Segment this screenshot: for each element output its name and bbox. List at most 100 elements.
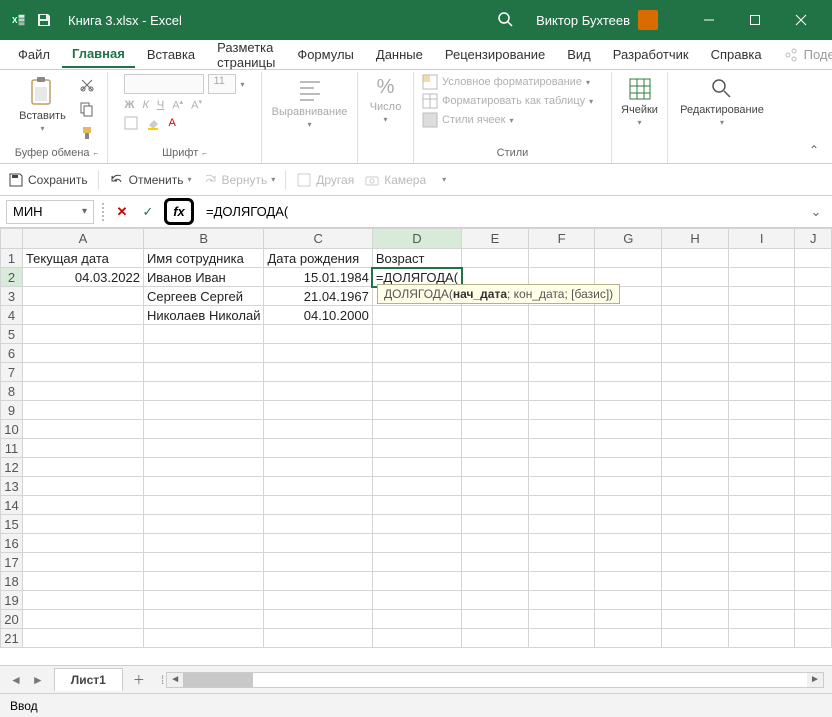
- cell[interactable]: [22, 306, 143, 325]
- cell[interactable]: [372, 515, 461, 534]
- cell[interactable]: [795, 534, 832, 553]
- row-header-1[interactable]: 1: [1, 249, 23, 268]
- cell[interactable]: [795, 553, 832, 572]
- cell[interactable]: [462, 477, 529, 496]
- cell[interactable]: [795, 477, 832, 496]
- cell[interactable]: [662, 534, 729, 553]
- cell[interactable]: [528, 477, 595, 496]
- cell[interactable]: [462, 572, 529, 591]
- cell[interactable]: [662, 515, 729, 534]
- cell[interactable]: [22, 439, 143, 458]
- cell[interactable]: [595, 382, 662, 401]
- fill-color-button[interactable]: [146, 116, 160, 130]
- cell[interactable]: [729, 344, 795, 363]
- cell[interactable]: [528, 515, 595, 534]
- cell[interactable]: [264, 477, 372, 496]
- cell[interactable]: 15.01.1984: [264, 268, 372, 287]
- tab-home[interactable]: Главная: [62, 41, 135, 68]
- cell[interactable]: [662, 572, 729, 591]
- row-header-4[interactable]: 4: [1, 306, 23, 325]
- cell[interactable]: [595, 572, 662, 591]
- cell[interactable]: [372, 553, 461, 572]
- cell[interactable]: [143, 591, 264, 610]
- font-color-button[interactable]: A: [168, 117, 175, 129]
- cell[interactable]: [729, 306, 795, 325]
- alignment-button[interactable]: Выравнивание ▾: [268, 74, 352, 131]
- cell[interactable]: [795, 515, 832, 534]
- cell[interactable]: [528, 249, 595, 268]
- cell[interactable]: [595, 325, 662, 344]
- cell[interactable]: [143, 610, 264, 629]
- cell[interactable]: [528, 534, 595, 553]
- cell[interactable]: [462, 591, 529, 610]
- cell[interactable]: [729, 496, 795, 515]
- cell[interactable]: [462, 458, 529, 477]
- cell-styles-button[interactable]: Стили ячеек▾: [422, 112, 514, 128]
- cell[interactable]: [264, 401, 372, 420]
- user-account[interactable]: Виктор Бухтеев: [536, 10, 658, 30]
- cell[interactable]: [22, 401, 143, 420]
- cell[interactable]: [372, 477, 461, 496]
- bold-button[interactable]: Ж: [124, 99, 134, 111]
- cell[interactable]: [462, 401, 529, 420]
- scroll-thumb[interactable]: [183, 673, 253, 687]
- cancel-formula-button[interactable]: ✕: [112, 202, 132, 222]
- cell[interactable]: [462, 420, 529, 439]
- col-header-D[interactable]: D: [372, 229, 461, 249]
- cell[interactable]: [372, 344, 461, 363]
- cell[interactable]: [462, 306, 529, 325]
- cell[interactable]: [372, 629, 461, 648]
- cell[interactable]: [595, 610, 662, 629]
- search-icon[interactable]: [496, 10, 516, 30]
- cell[interactable]: [595, 439, 662, 458]
- font-shrink-button[interactable]: A▾: [191, 98, 202, 112]
- cell[interactable]: [662, 344, 729, 363]
- cell[interactable]: [795, 591, 832, 610]
- cell[interactable]: [528, 401, 595, 420]
- tab-view[interactable]: Вид: [557, 42, 601, 67]
- cell[interactable]: [264, 496, 372, 515]
- cell[interactable]: [662, 496, 729, 515]
- insert-function-button[interactable]: fx: [164, 198, 194, 225]
- cell[interactable]: [528, 496, 595, 515]
- cell[interactable]: Сергеев Сергей: [143, 287, 264, 306]
- tab-formulas[interactable]: Формулы: [287, 42, 364, 67]
- tab-developer[interactable]: Разработчик: [603, 42, 699, 67]
- cell[interactable]: [729, 629, 795, 648]
- cell[interactable]: [595, 515, 662, 534]
- cell[interactable]: [729, 572, 795, 591]
- cell[interactable]: [264, 382, 372, 401]
- cell[interactable]: [372, 439, 461, 458]
- cell[interactable]: [143, 363, 264, 382]
- cell[interactable]: [22, 477, 143, 496]
- cell[interactable]: [528, 553, 595, 572]
- cell[interactable]: [372, 382, 461, 401]
- cell[interactable]: [795, 363, 832, 382]
- cell[interactable]: [729, 420, 795, 439]
- row-header-19[interactable]: 19: [1, 591, 23, 610]
- cell[interactable]: [264, 439, 372, 458]
- underline-button[interactable]: Ч: [157, 99, 164, 111]
- number-button[interactable]: % Число ▾: [366, 74, 406, 126]
- cell[interactable]: [143, 344, 264, 363]
- paste-button[interactable]: Вставить ▾: [15, 74, 70, 135]
- cell[interactable]: [729, 458, 795, 477]
- border-button[interactable]: [124, 116, 138, 130]
- cell[interactable]: [264, 610, 372, 629]
- cell[interactable]: [729, 382, 795, 401]
- cell[interactable]: [528, 306, 595, 325]
- cell[interactable]: [729, 268, 795, 287]
- cell[interactable]: [528, 572, 595, 591]
- cell[interactable]: [462, 515, 529, 534]
- cell[interactable]: [143, 420, 264, 439]
- row-header-7[interactable]: 7: [1, 363, 23, 382]
- cell[interactable]: [662, 458, 729, 477]
- cell[interactable]: [22, 572, 143, 591]
- cell[interactable]: Возраст: [372, 249, 461, 268]
- cell[interactable]: [795, 496, 832, 515]
- cell[interactable]: [143, 477, 264, 496]
- cell[interactable]: [22, 325, 143, 344]
- cell[interactable]: [462, 439, 529, 458]
- row-header-17[interactable]: 17: [1, 553, 23, 572]
- cell[interactable]: [795, 572, 832, 591]
